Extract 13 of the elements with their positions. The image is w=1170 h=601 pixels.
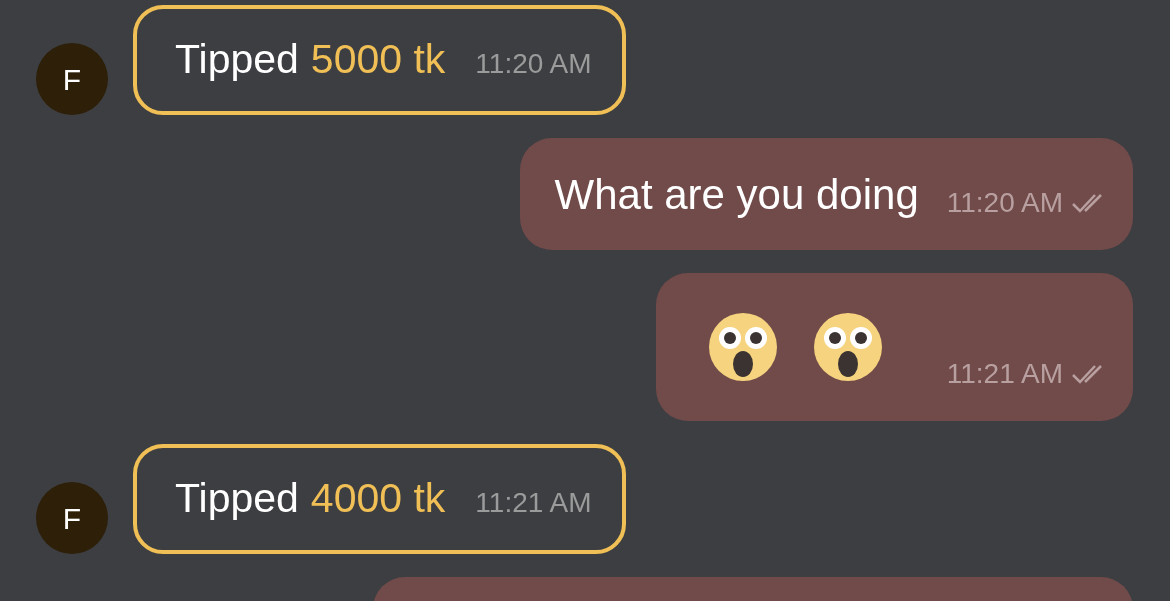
avatar: F [36, 43, 108, 115]
avatar: F [36, 482, 108, 554]
shocked-face-icon [813, 312, 883, 382]
tip-amount: 5000 tk [310, 35, 446, 85]
timestamp: 11:21 AM [946, 357, 1063, 391]
tip-amount: 4000 tk [310, 474, 446, 524]
timestamp: 11:21 AM [475, 486, 592, 520]
tip-label: Tipped [175, 35, 299, 85]
timestamp: 11:20 AM [946, 186, 1063, 220]
shocked-face-icon [708, 312, 778, 382]
message-text: What are you doing [554, 169, 919, 220]
tip-label: Tipped [175, 474, 299, 524]
timestamp: 11:20 AM [475, 47, 592, 81]
